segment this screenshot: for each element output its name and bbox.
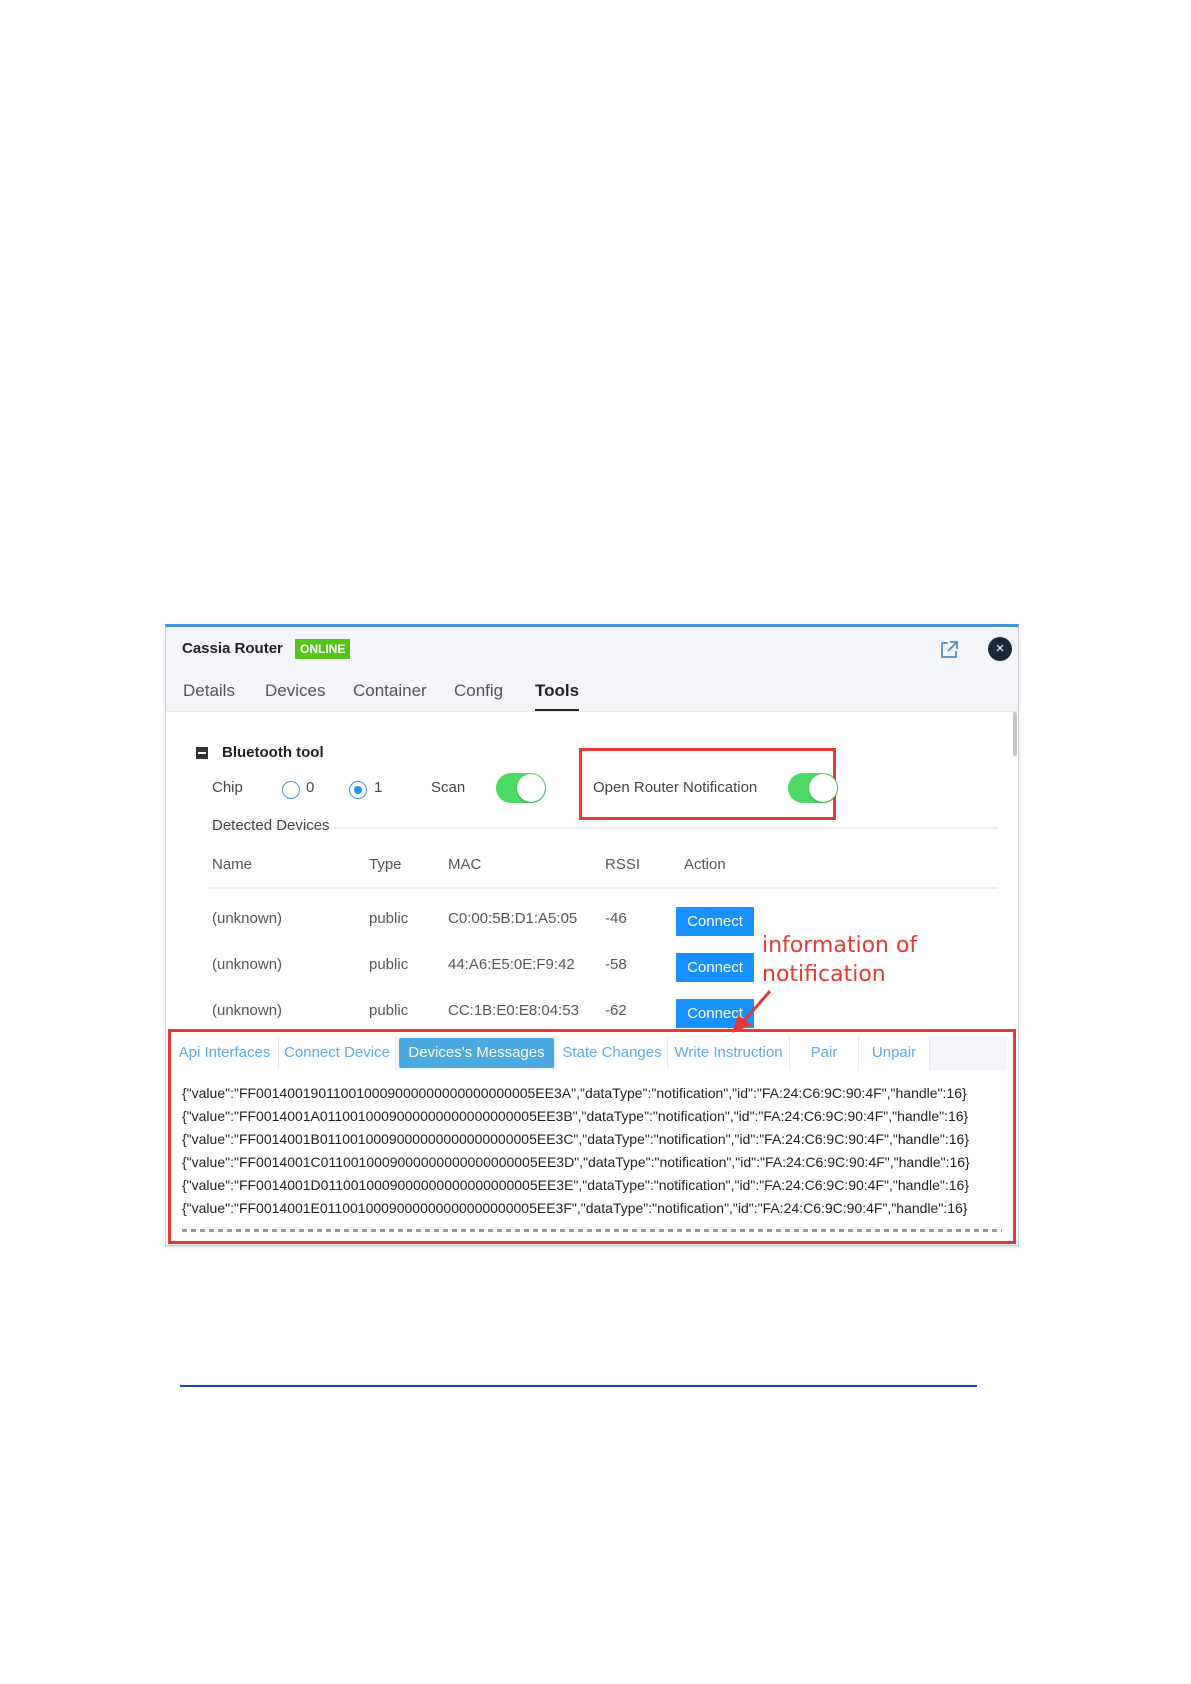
collapse-icon[interactable] [196,747,208,759]
column-header-type: Type [369,856,402,873]
chip-option-0-label: 0 [306,779,315,796]
scan-toggle-knob [517,774,545,802]
annotation-arrow-icon [732,990,772,1033]
tab-config[interactable]: Config [454,681,503,701]
chip-radio-0[interactable] [282,781,300,799]
column-header-mac: MAC [448,856,482,873]
message-line: {"value":"FF0014001B01100100090000000000… [182,1131,969,1147]
chip-option-1-label: 1 [374,779,383,796]
bluetooth-tool-title: Bluetooth tool [222,744,324,761]
column-header-rssi: RSSI [605,856,641,873]
notification-label: Open Router Notification [593,779,758,796]
annotation-text: information of notification [762,931,917,989]
tab-api-interfaces[interactable]: Api Interfaces [171,1036,279,1070]
tab-connect-device[interactable]: Connect Device [279,1036,396,1070]
chip-radio-1[interactable] [349,781,367,799]
link-underline [180,1385,977,1387]
annotation-line-2: notification [762,962,886,987]
tab-write-instruction[interactable]: Write Instruction [668,1036,790,1070]
row-2-type: public [369,956,409,973]
connect-button[interactable]: Connect [676,953,754,982]
message-line: {"value":"FF0014001C01100100090000000000… [182,1154,970,1170]
message-line: {"value":"FF0014001A01100100090000000000… [182,1108,969,1124]
table-header-divider [208,887,998,889]
open-external-icon[interactable] [938,639,960,661]
tab-pair[interactable]: Pair [790,1036,859,1070]
scan-label: Scan [431,779,466,796]
tab-devices-messages[interactable]: Devices's Messages [399,1038,555,1068]
message-line: {"value":"FF0014001E01100100090000000000… [182,1200,968,1216]
tab-unpair[interactable]: Unpair [859,1036,930,1070]
detected-devices-title: Detected Devices [212,817,330,834]
chip-label: Chip [212,779,243,796]
tab-devices[interactable]: Devices [265,681,325,701]
message-line: {"value":"FF0014001901100100090000000000… [182,1085,967,1101]
close-button[interactable]: × [988,637,1012,661]
row-2-name: (unknown) [212,956,283,973]
column-header-name: Name [212,856,253,873]
row-1-rssi: -46 [605,910,627,927]
notification-toggle[interactable] [788,773,838,803]
notification-toggle-knob [809,774,837,802]
message-line: {"value":"FF0014001D01100100090000000000… [182,1177,969,1193]
status-badge: ONLINE [295,639,351,659]
message-line-cutoff [182,1225,1002,1233]
router-window: Cassia Router ONLINE × Details Devices C… [165,624,1019,1246]
message-tabs: Api Interfaces Connect Device Devices's … [171,1036,1007,1070]
row-1-name: (unknown) [212,910,283,927]
window-title: Cassia Router [182,640,283,657]
messages-log: {"value":"FF0014001901100100090000000000… [182,1082,1012,1220]
row-3-rssi: -62 [605,1002,627,1019]
row-1-mac: C0:00:5B:D1:A5:05 [448,910,578,927]
tab-tools[interactable]: Tools [535,681,580,711]
scan-toggle[interactable] [496,773,546,803]
tab-state-changes[interactable]: State Changes [557,1036,668,1070]
annotation-line-1: information of [762,933,918,958]
row-2-mac: 44:A6:E5:0E:F9:42 [448,956,575,973]
row-3-mac: CC:1B:E0:E8:04:53 [448,1002,579,1019]
scrollbar[interactable] [1013,712,1017,756]
row-3-type: public [369,1002,409,1019]
column-header-action: Action [684,856,726,873]
tab-container[interactable]: Container [353,681,427,701]
title-bar: Cassia Router ONLINE × [166,627,1018,671]
row-3-name: (unknown) [212,1002,283,1019]
connect-button[interactable]: Connect [676,907,754,936]
row-1-type: public [369,910,409,927]
tab-details[interactable]: Details [183,681,235,701]
row-2-rssi: -58 [605,956,627,973]
main-tabs: Details Devices Container Config Tools [166,671,1018,712]
